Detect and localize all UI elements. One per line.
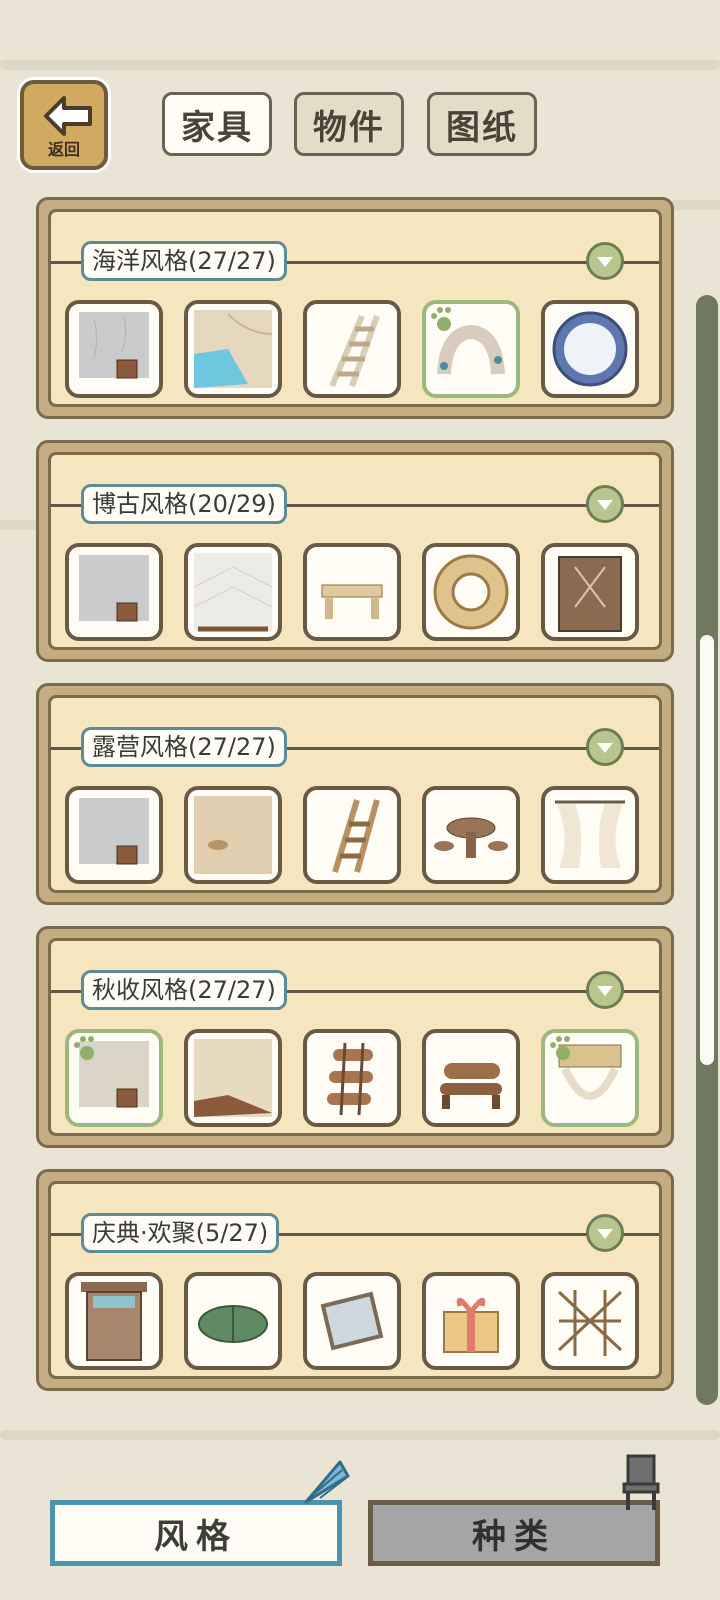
paw-icon xyxy=(550,1036,570,1060)
style-section-ocean: 海洋风格(27/27) xyxy=(36,197,674,419)
porthole-window-item[interactable] xyxy=(541,300,639,398)
stools-table-item[interactable] xyxy=(422,786,520,884)
wall-item[interactable] xyxy=(65,543,163,641)
section-title: 海洋风格(27/27) xyxy=(81,241,287,281)
collapse-toggle-icon[interactable] xyxy=(586,485,624,523)
tab-style[interactable]: 风格 xyxy=(50,1500,342,1566)
log-bench-item[interactable] xyxy=(422,1029,520,1127)
tab-blueprints[interactable]: 图纸 xyxy=(427,92,537,156)
wooden-bench-item[interactable] xyxy=(303,543,401,641)
collapse-toggle-icon[interactable] xyxy=(586,242,624,280)
seashell-icon xyxy=(304,1460,350,1504)
back-arrow-icon xyxy=(44,96,92,136)
wood-floor-item[interactable] xyxy=(184,1029,282,1127)
lattice-door-item[interactable] xyxy=(541,543,639,641)
back-label: 返回 xyxy=(47,140,80,159)
section-title: 秋收风格(27/27) xyxy=(81,970,287,1010)
tile-floor-item[interactable] xyxy=(184,543,282,641)
paw-icon xyxy=(431,307,451,331)
bamboo-fence-item[interactable] xyxy=(541,1272,639,1370)
style-section-camping: 露营风格(27/27) xyxy=(36,683,674,905)
back-button[interactable]: 返回 xyxy=(20,80,108,170)
style-section-celebration: 庆典·欢聚(5/27) xyxy=(36,1169,674,1391)
tab-style-label: 风格 xyxy=(154,1516,238,1557)
wall-item[interactable] xyxy=(65,786,163,884)
wooden-ladder-item[interactable] xyxy=(303,786,401,884)
paw-icon xyxy=(74,1036,94,1060)
tab-category[interactable]: 种类 xyxy=(368,1500,660,1566)
style-section-harvest: 秋收风格(27/27) xyxy=(36,926,674,1148)
scrollbar-thumb[interactable] xyxy=(700,635,714,1065)
section-title: 庆典·欢聚(5/27) xyxy=(81,1213,280,1253)
wooden-door-item[interactable] xyxy=(65,1272,163,1370)
wall-item[interactable] xyxy=(65,300,163,398)
collapse-toggle-icon[interactable] xyxy=(586,971,624,1009)
collapse-toggle-icon[interactable] xyxy=(586,728,624,766)
ring-rug-item[interactable] xyxy=(422,543,520,641)
pool-floor-item[interactable] xyxy=(184,300,282,398)
tab-category-label: 种类 xyxy=(472,1516,556,1557)
wall-item[interactable] xyxy=(65,1029,163,1127)
scrollbar[interactable] xyxy=(696,295,718,1405)
green-bundle-item[interactable] xyxy=(184,1272,282,1370)
bamboo-window-item[interactable] xyxy=(541,1029,639,1127)
collapse-toggle-icon[interactable] xyxy=(586,1214,624,1252)
chair-icon xyxy=(622,1454,660,1510)
section-title: 博古风格(20/29) xyxy=(81,484,287,524)
sand-floor-item[interactable] xyxy=(184,786,282,884)
ladder-item[interactable] xyxy=(303,300,401,398)
section-title: 露营风格(27/27) xyxy=(81,727,287,767)
curtain-window-item[interactable] xyxy=(541,786,639,884)
tab-furniture[interactable]: 家具 xyxy=(162,92,272,156)
style-section-antique: 博古风格(20/29) xyxy=(36,440,674,662)
tab-objects[interactable]: 物件 xyxy=(294,92,404,156)
rock-arch-item[interactable] xyxy=(422,300,520,398)
gift-box-item[interactable] xyxy=(422,1272,520,1370)
log-ladder-item[interactable] xyxy=(303,1029,401,1127)
picture-frame-item[interactable] xyxy=(303,1272,401,1370)
